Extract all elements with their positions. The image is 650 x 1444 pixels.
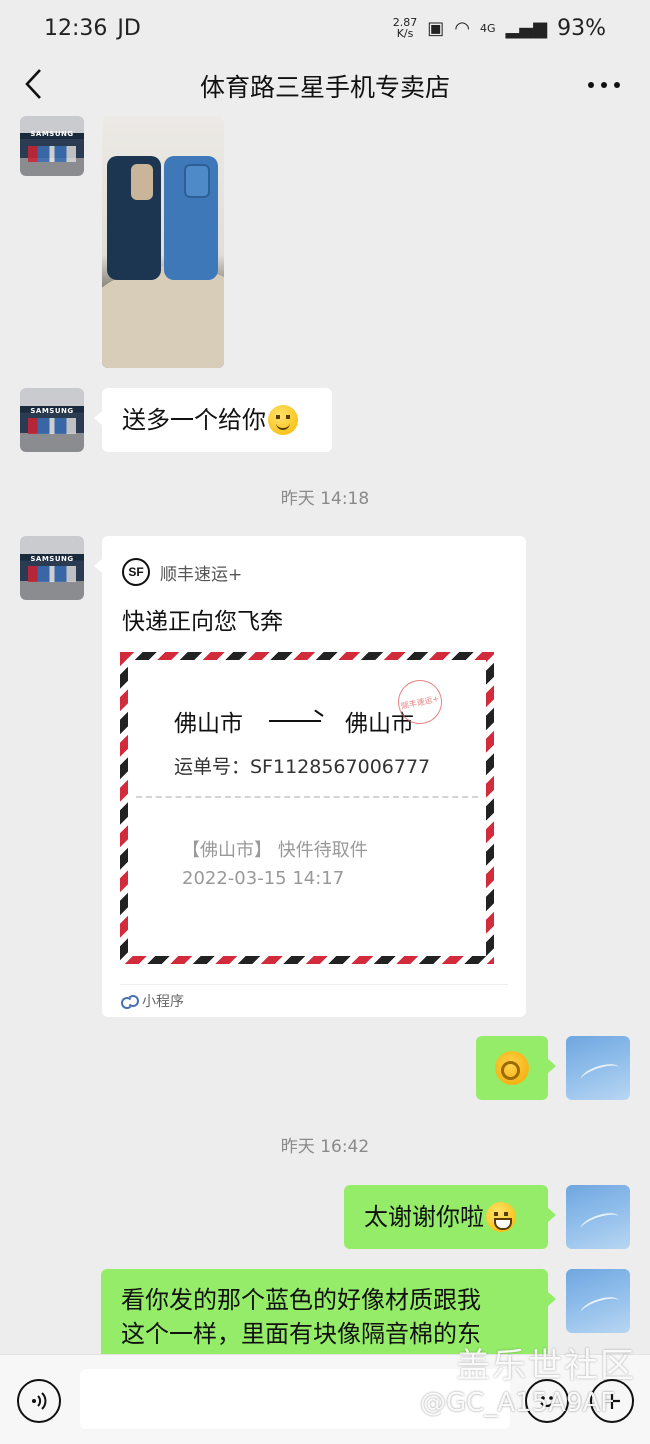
waybill-number: 运单号：SF1128567006777: [174, 756, 431, 778]
divider: [136, 796, 478, 798]
watermark-handle: @GC_A15A9AF: [420, 1388, 616, 1418]
envelope-content: 佛山市 佛山市 顺丰速运+ 运单号：SF1128567006777 【佛山市】 …: [128, 660, 486, 956]
net-speed: 2.87 K/s: [392, 16, 418, 40]
airmail-envelope: 佛山市 佛山市 顺丰速运+ 运单号：SF1128567006777 【佛山市】 …: [120, 652, 494, 964]
store-avatar[interactable]: SAMSUNG: [20, 116, 84, 176]
chat-timestamp: 昨天 16:42: [280, 1137, 370, 1157]
dark-case: [107, 156, 161, 280]
more-icon[interactable]: [588, 82, 620, 88]
back-icon[interactable]: [22, 66, 46, 102]
my-avatar[interactable]: [566, 1269, 630, 1333]
smile-emoji-icon: [268, 405, 298, 435]
blue-case: [164, 156, 218, 280]
my-avatar[interactable]: [566, 1185, 630, 1249]
carrier-label: JD: [117, 15, 141, 41]
route: 佛山市 佛山市: [174, 704, 414, 738]
wifi-icon: ◠: [454, 17, 471, 39]
mini-program-icon: [120, 994, 139, 1009]
message-text: 太谢谢你啦: [364, 1203, 484, 1231]
store-avatar[interactable]: SAMSUNG: [20, 388, 84, 452]
voice-icon[interactable]: [17, 1379, 61, 1423]
chat-header: 体育路三星手机专卖店: [0, 56, 650, 116]
tracking-status: 【佛山市】 快件待取件: [182, 840, 368, 861]
status-icons: 2.87 K/s ▣ ◠ 4G ▂▄▆ 93%: [393, 16, 606, 41]
grin-emoji-icon: [486, 1202, 516, 1232]
card-title: 快递正向您飞奔: [122, 609, 283, 635]
message-bubble[interactable]: 送多一个给你: [94, 388, 332, 452]
message-text-line: 看你发的那个蓝色的好像材质跟我: [121, 1286, 481, 1314]
my-avatar[interactable]: [566, 1036, 630, 1100]
store-avatar[interactable]: SAMSUNG: [20, 536, 84, 600]
express-card[interactable]: SF 顺丰速运+ 快递正向您飞奔 佛山市 佛山市 顺丰速运+ 运单号：SF112…: [94, 536, 526, 1017]
card-brand: 顺丰速运+: [160, 564, 243, 585]
message-bubble[interactable]: 太谢谢你啦: [344, 1185, 556, 1249]
from-city: 佛山市: [174, 711, 243, 737]
sf-logo-icon: SF: [122, 558, 150, 586]
status-bar: 12:36 JD 2.87 K/s ▣ ◠ 4G ▂▄▆ 93%: [0, 0, 650, 56]
signal-label: 4G: [480, 21, 496, 35]
signal-icon: ▂▄▆: [505, 17, 548, 39]
ok-hand-emoji-icon: [495, 1051, 529, 1085]
chat-title: 体育路三星手机专卖店: [199, 73, 450, 102]
arrow-right-icon: [269, 720, 321, 722]
watermark-title: 盖乐世社区: [456, 1346, 636, 1386]
tracking-time: 2022-03-15 14:17: [182, 868, 345, 889]
phone-case-photo[interactable]: [102, 116, 224, 368]
battery-level: 93%: [557, 15, 606, 41]
card-header: SF 顺丰速运+: [122, 558, 242, 586]
chat-timestamp: 昨天 14:18: [280, 489, 370, 509]
card-footer: 小程序: [120, 984, 508, 1011]
message-text: 送多一个给你: [122, 406, 266, 434]
notification-icon: ▣: [427, 17, 445, 39]
mini-program-label: 小程序: [142, 994, 184, 1010]
clock: 12:36: [44, 15, 108, 41]
message-bubble[interactable]: [476, 1036, 556, 1100]
